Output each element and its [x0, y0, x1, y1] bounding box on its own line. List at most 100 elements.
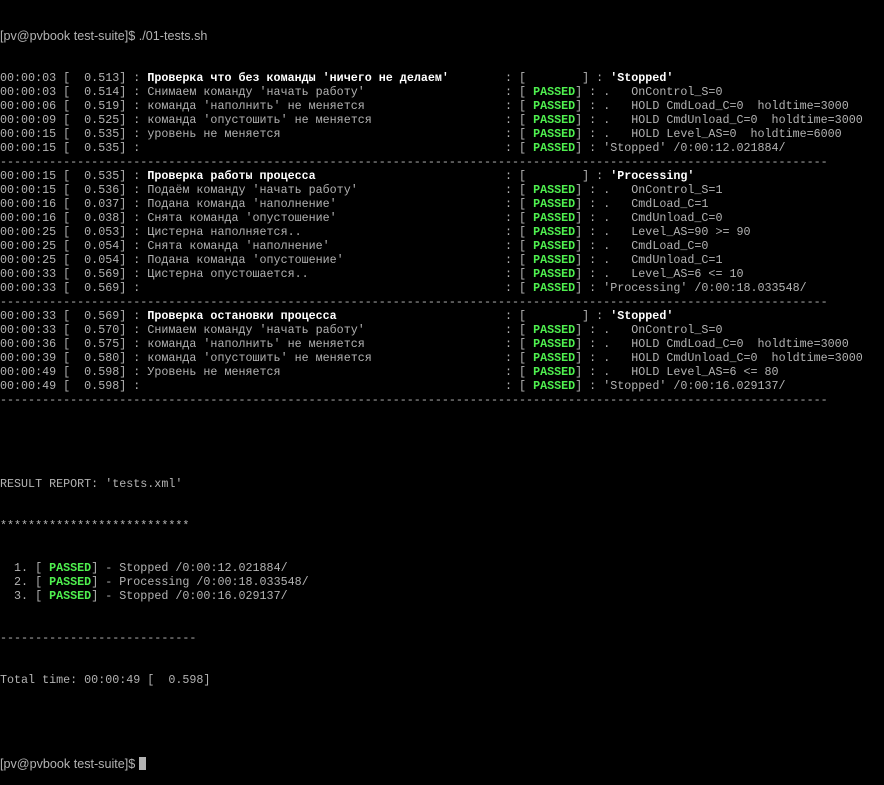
timestamp: 00:00:33	[0, 309, 57, 323]
check-detail: Level_AS=6 <= 10	[631, 267, 744, 281]
section-result: 'Stopped' /0:00:16.029137/	[603, 379, 786, 393]
report-item-text: Stopped /0:00:16.029137/	[119, 589, 288, 603]
section-result: 'Stopped' /0:00:12.021884/	[603, 141, 786, 155]
timestamp: 00:00:03	[0, 71, 57, 85]
check-message: Уровень не меняется	[147, 365, 281, 379]
check-detail: CmdUnload_C=0	[631, 211, 723, 225]
passed-status: PASSED	[533, 85, 576, 99]
elapsed-time: 0.037	[84, 197, 120, 211]
section-footer: 00:00:33 [ 0.569] : : [ PASSED] : 'Proce…	[0, 281, 807, 295]
report-item-number: 3.	[14, 589, 29, 603]
test-sections: 00:00:03 [ 0.513] : Проверка что без ком…	[0, 71, 863, 407]
timestamp: 00:00:33	[0, 323, 57, 337]
check-marker: .	[603, 197, 611, 211]
passed-status: PASSED	[533, 211, 576, 225]
elapsed-time: 0.575	[84, 337, 120, 351]
check-row: 00:00:15 [ 0.536] : Подаём команду 'нача…	[0, 183, 723, 197]
passed-status: PASSED	[533, 197, 576, 211]
final-prompt-text: [pv@pvbook test-suite]$	[0, 757, 136, 771]
elapsed-time: 0.580	[84, 351, 120, 365]
check-marker: .	[603, 239, 611, 253]
passed-status: PASSED	[533, 323, 576, 337]
passed-status: PASSED	[533, 365, 576, 379]
check-row: 00:00:25 [ 0.053] : Цистерна наполняется…	[0, 225, 751, 239]
report-stars: ***************************	[0, 519, 190, 533]
report-item-text: Stopped /0:00:12.021884/	[119, 561, 288, 575]
total-time: 00:00:49	[84, 673, 141, 687]
check-message: Снята команда 'наполнение'	[147, 239, 330, 253]
expected-state: 'Processing'	[610, 169, 695, 183]
shell-prompt[interactable]: [pv@pvbook test-suite]$	[0, 757, 863, 771]
section-result: 'Processing' /0:00:18.033548/	[603, 281, 807, 295]
check-message: команда 'опустошить' не меняется	[147, 113, 372, 127]
passed-status: PASSED	[533, 141, 576, 155]
passed-status: PASSED	[533, 183, 576, 197]
expected-state: 'Stopped'	[610, 71, 674, 85]
passed-status: PASSED	[533, 127, 576, 141]
check-detail: Level_AS=90 >= 90	[631, 225, 751, 239]
check-detail: OnControl_S=0	[631, 85, 723, 99]
section-title: Проверка остановки процесса	[147, 309, 337, 323]
report-item: 2. [ PASSED] - Processing /0:00:18.03354…	[14, 575, 309, 589]
timestamp: 00:00:36	[0, 337, 57, 351]
prompt-text: [pv@pvbook test-suite]$	[0, 29, 139, 43]
check-detail: HOLD Level_AS=0 holdtime=6000	[631, 127, 842, 141]
check-detail: HOLD Level_AS=6 <= 80	[631, 365, 779, 379]
passed-status: PASSED	[533, 337, 576, 351]
expected-state: 'Stopped'	[610, 309, 674, 323]
timestamp: 00:00:03	[0, 85, 57, 99]
report-item-number: 1.	[14, 561, 29, 575]
terminal-output[interactable]: [pv@pvbook test-suite]$ ./01-tests.sh 00…	[0, 1, 863, 785]
check-message: Снята команда 'опустошение'	[147, 211, 337, 225]
command-line: [pv@pvbook test-suite]$ ./01-tests.sh	[0, 29, 863, 43]
check-marker: .	[603, 365, 611, 379]
elapsed-time: 0.053	[84, 225, 120, 239]
command-text: ./01-tests.sh	[138, 29, 208, 43]
timestamp: 00:00:15	[0, 141, 57, 155]
check-marker: .	[603, 113, 611, 127]
passed-status: PASSED	[533, 225, 576, 239]
timestamp: 00:00:16	[0, 197, 57, 211]
elapsed-time: 0.038	[84, 211, 120, 225]
check-marker: .	[603, 211, 611, 225]
check-marker: .	[603, 323, 611, 337]
text-cursor	[139, 757, 147, 770]
report-title: RESULT REPORT: 'tests.xml'	[0, 477, 183, 491]
elapsed-time: 0.054	[84, 253, 120, 267]
section-footer: 00:00:15 [ 0.535] : : [ PASSED] : 'Stopp…	[0, 141, 786, 155]
check-message: Подана команда 'наполнение'	[147, 197, 337, 211]
check-marker: .	[603, 351, 611, 365]
timestamp: 00:00:15	[0, 183, 57, 197]
check-message: Подаём команду 'начать работу'	[147, 183, 358, 197]
timestamp: 00:00:33	[0, 267, 57, 281]
report-items: 1. [ PASSED] - Stopped /0:00:12.021884/ …	[0, 561, 863, 603]
check-marker: .	[603, 85, 611, 99]
check-message: Снимаем команду 'начать работу'	[147, 85, 365, 99]
check-row: 00:00:16 [ 0.037] : Подана команда 'напо…	[0, 197, 709, 211]
passed-status: PASSED	[49, 575, 92, 589]
report-item-number: 2.	[14, 575, 29, 589]
check-detail: HOLD CmdUnload_C=0 holdtime=3000	[631, 351, 863, 365]
check-row: 00:00:39 [ 0.580] : команда 'опустошить'…	[0, 351, 863, 365]
elapsed-time: 0.569	[84, 267, 120, 281]
elapsed-time: 0.569	[84, 281, 120, 295]
check-message: Цистерна наполняется..	[147, 225, 302, 239]
report-item-text: Processing /0:00:18.033548/	[119, 575, 309, 589]
elapsed-time: 0.569	[84, 309, 120, 323]
report-dashes: ----------------------------	[0, 631, 197, 645]
timestamp: 00:00:25	[0, 239, 57, 253]
check-message: Подана команда 'опустошение'	[147, 253, 344, 267]
check-row: 00:00:16 [ 0.038] : Снята команда 'опуст…	[0, 211, 723, 225]
check-message: команда 'опустошить' не меняется	[147, 351, 372, 365]
passed-status: PASSED	[533, 281, 576, 295]
section-title: Проверка что без команды 'ничего не дела…	[147, 71, 449, 85]
timestamp: 00:00:16	[0, 211, 57, 225]
elapsed-time: 0.535	[84, 141, 120, 155]
check-marker: .	[603, 127, 611, 141]
report-item: 1. [ PASSED] - Stopped /0:00:12.021884/	[14, 561, 288, 575]
total-elapsed: 0.598	[168, 673, 204, 687]
elapsed-time: 0.054	[84, 239, 120, 253]
check-row: 00:00:06 [ 0.519] : команда 'наполнить' …	[0, 99, 849, 113]
